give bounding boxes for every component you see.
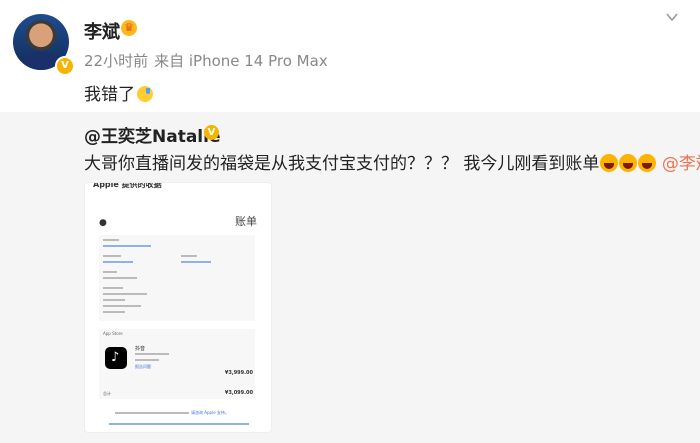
emoji-sweat-icon xyxy=(137,86,153,102)
redacted-line xyxy=(103,299,125,301)
emoji-laugh-icon xyxy=(600,154,619,172)
redacted-line xyxy=(181,255,197,257)
receipt-report-link[interactable]: 报告问题 xyxy=(135,364,151,370)
emoji-laugh-icon xyxy=(638,154,657,172)
repost-text-content: 大哥你直播间发的福袋是从我支付宝支付的？？？ 我今儿刚看到账单 xyxy=(84,154,600,174)
post-text-content: 我错了 xyxy=(84,85,135,105)
redacted-line xyxy=(181,261,211,263)
redacted-line xyxy=(115,412,189,414)
redacted-line xyxy=(135,359,159,361)
receipt-item-price: ¥3,999.00 xyxy=(224,370,253,376)
mention-link[interactable]: @李斌 xyxy=(662,154,700,174)
repost-block[interactable]: @王奕芝Natalie V 大哥你直播间发的福袋是从我支付宝支付的？？？ 我今儿… xyxy=(0,112,700,443)
redacted-line xyxy=(103,293,147,295)
redacted-line xyxy=(103,255,121,257)
receipt-total-label: 总计 xyxy=(103,391,111,396)
chevron-down-icon[interactable] xyxy=(665,10,679,24)
apple-logo-icon: ● xyxy=(99,218,107,228)
receipt-section: App Store xyxy=(103,331,123,336)
redacted-line xyxy=(103,239,119,241)
receipt-total: ¥3,099.00 xyxy=(224,390,253,396)
post-text: 我错了 xyxy=(84,80,153,105)
redacted-line xyxy=(103,245,151,247)
post-meta: 22小时前 来自 iPhone 14 Pro Max xyxy=(84,50,328,71)
repost-author[interactable]: @王奕芝Natalie xyxy=(84,122,220,147)
receipt-image[interactable]: Apple 提供的收据 ● 账单 App Store 抖音 报告问题 ¥3,99… xyxy=(84,182,272,433)
weibo-post: V 李斌 ♛ 22小时前 来自 iPhone 14 Pro Max 我错了 xyxy=(0,0,700,112)
receipt-header: Apple 提供的收据 xyxy=(93,182,162,189)
redacted-line xyxy=(103,311,125,313)
receipt-app-name: 抖音 xyxy=(135,346,146,352)
post-time[interactable]: 22小时前 xyxy=(84,52,148,70)
receipt-footer-link[interactable]: 请咨询 Apple 支持。 xyxy=(191,410,229,416)
verified-badge-icon: V xyxy=(55,56,75,76)
repost-text: 大哥你直播间发的福袋是从我支付宝支付的？？？ 我今儿刚看到账单 @李斌 xyxy=(84,149,700,174)
tiktok-app-icon xyxy=(105,347,127,369)
verified-badge-icon: V xyxy=(204,125,219,140)
receipt-bill-label: 账单 xyxy=(235,215,257,228)
emoji-laugh-icon xyxy=(619,154,638,172)
post-source: 来自 iPhone 14 Pro Max xyxy=(154,52,328,70)
redacted-line xyxy=(135,353,169,355)
redacted-line xyxy=(109,423,249,425)
author-name[interactable]: 李斌 xyxy=(84,18,120,44)
redacted-line xyxy=(103,271,117,273)
redacted-line xyxy=(103,287,123,289)
crown-icon: ♛ xyxy=(121,20,137,36)
redacted-line xyxy=(103,277,137,279)
redacted-line xyxy=(103,261,133,263)
redacted-line xyxy=(103,305,141,307)
